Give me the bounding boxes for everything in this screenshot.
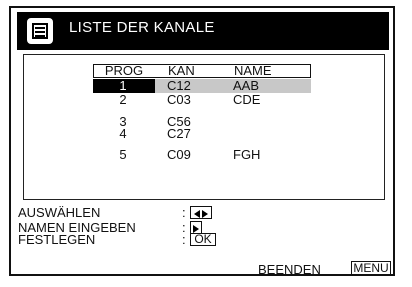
channel-prog: 1 xyxy=(119,78,127,93)
channel-kan: C27 xyxy=(167,126,191,141)
channel-prog: 2 xyxy=(119,92,127,107)
channel-list-header: PROG KAN NAME xyxy=(93,64,311,78)
help-colon: : xyxy=(182,232,186,247)
channel-row-5[interactable]: 5 C09 FGH xyxy=(93,148,311,162)
channel-name: CDE xyxy=(233,92,261,107)
channel-name: AAB xyxy=(233,78,260,93)
help-select-label: AUSWÄHLEN xyxy=(18,205,101,220)
channel-prog: 4 xyxy=(119,126,127,141)
column-header-prog: PROG xyxy=(104,63,144,78)
channel-name: FGH xyxy=(233,147,261,162)
channel-kan: C12 xyxy=(167,78,191,93)
channel-row-2[interactable]: 2 C03 CDE xyxy=(93,93,311,107)
ok-key-label: OK xyxy=(190,233,216,246)
channel-row-1[interactable]: 1 C12 AAB xyxy=(93,79,311,93)
help-colon: : xyxy=(182,205,186,220)
page-title: LISTE DER KANALE xyxy=(69,19,215,36)
exit-label: BEENDEN xyxy=(258,262,321,277)
help-store-label: FESTLEGEN xyxy=(18,232,96,247)
channel-list-icon xyxy=(27,18,53,44)
channel-kan: C09 xyxy=(167,147,191,162)
column-header-name: NAME xyxy=(234,63,272,78)
title-bar: LISTE DER KANALE xyxy=(17,12,389,50)
channel-prog: 5 xyxy=(119,147,127,162)
column-header-kan: KAN xyxy=(168,63,195,78)
channel-row-4[interactable]: 4 C27 xyxy=(93,127,311,141)
channel-kan: C03 xyxy=(167,92,191,107)
menu-button[interactable]: MENU xyxy=(351,261,391,276)
